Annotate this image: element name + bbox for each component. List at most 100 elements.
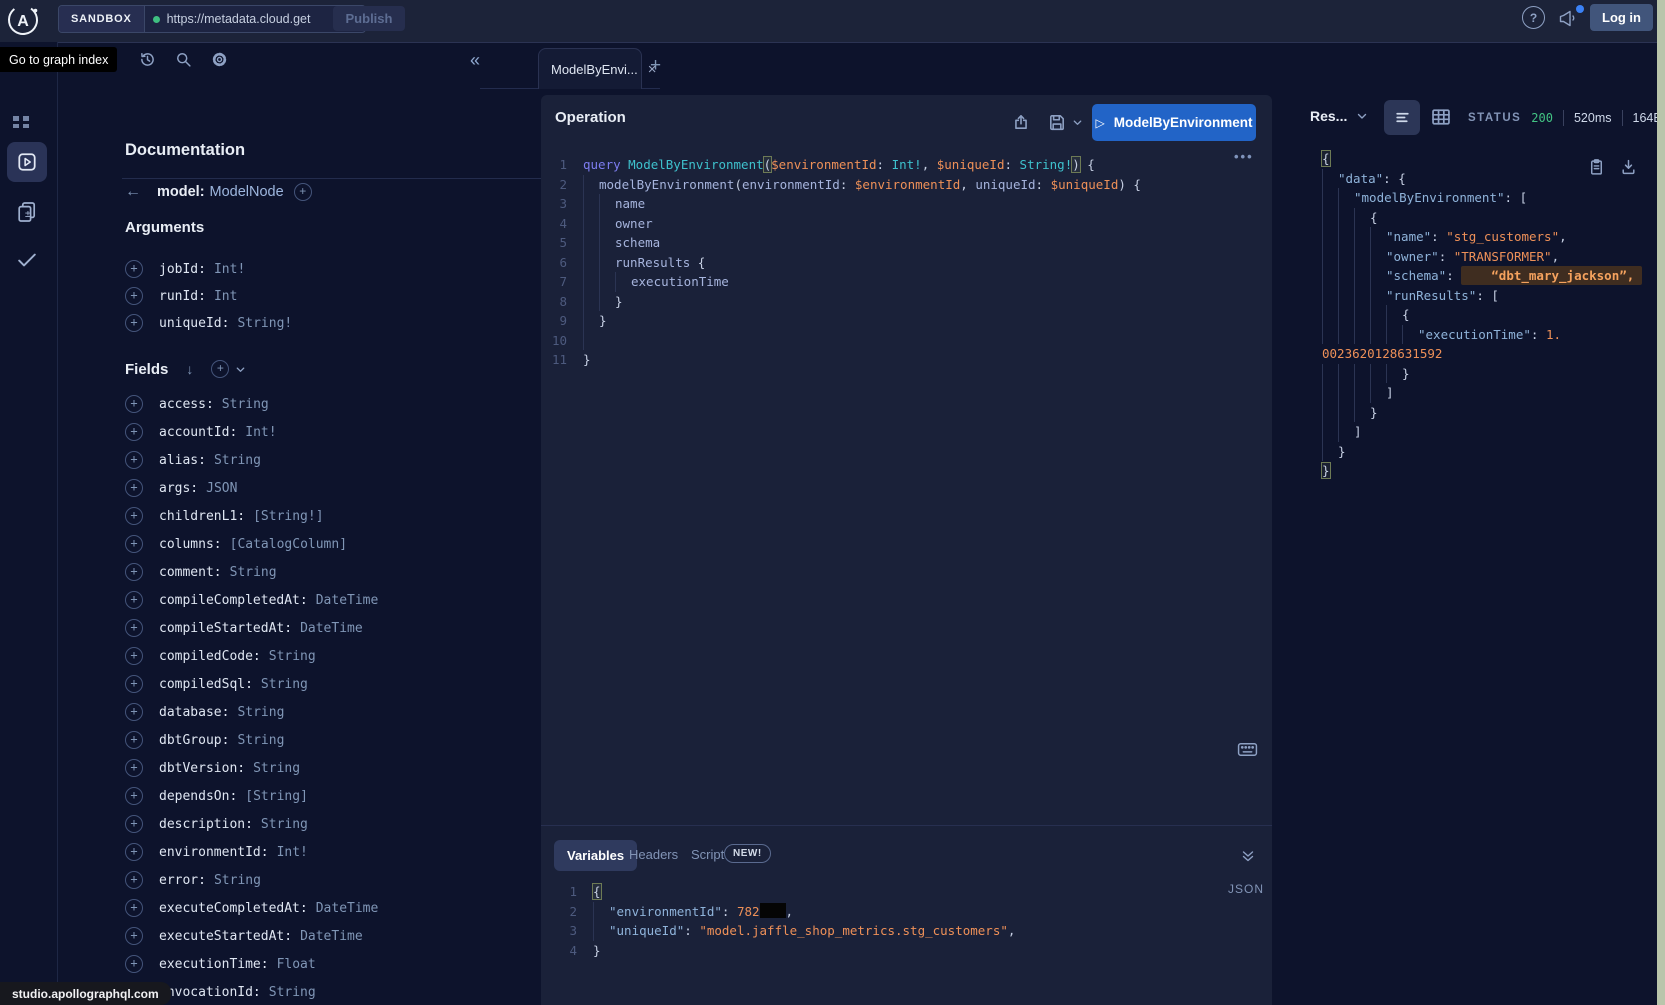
field-type[interactable]: Float bbox=[277, 957, 316, 972]
field-type[interactable]: Int! bbox=[277, 845, 308, 860]
field-type[interactable]: String bbox=[261, 677, 308, 692]
field-name[interactable]: dependsOn: bbox=[159, 789, 237, 804]
add-field-icon[interactable]: + bbox=[125, 731, 143, 749]
keyboard-shortcuts-icon[interactable] bbox=[1237, 741, 1258, 758]
field-name[interactable]: database: bbox=[159, 705, 229, 720]
add-field-icon[interactable]: + bbox=[125, 479, 143, 497]
tab-close-icon[interactable]: × bbox=[648, 61, 657, 78]
field-name[interactable]: compiledCode: bbox=[159, 649, 261, 664]
field-type[interactable]: String! bbox=[237, 316, 292, 331]
field-type[interactable]: Int! bbox=[245, 425, 276, 440]
field-type[interactable]: String bbox=[222, 397, 269, 412]
field-name[interactable]: access: bbox=[159, 397, 214, 412]
add-field-icon[interactable]: + bbox=[125, 287, 143, 305]
field-name[interactable]: compileStartedAt: bbox=[159, 621, 292, 636]
add-field-icon[interactable]: + bbox=[125, 535, 143, 553]
add-type-icon[interactable]: + bbox=[294, 183, 312, 201]
field-type[interactable]: [String] bbox=[245, 789, 308, 804]
tab-script[interactable]: Script bbox=[691, 847, 724, 862]
field-type[interactable]: DateTime bbox=[316, 593, 379, 608]
field-name[interactable]: args: bbox=[159, 481, 198, 496]
add-field-icon[interactable]: + bbox=[125, 451, 143, 469]
help-icon[interactable]: ? bbox=[1522, 6, 1545, 29]
field-type[interactable]: String bbox=[214, 873, 261, 888]
add-field-icon[interactable]: + bbox=[125, 815, 143, 833]
add-field-icon[interactable]: + bbox=[125, 899, 143, 917]
field-type[interactable]: Int bbox=[214, 289, 237, 304]
field-name[interactable]: executeCompletedAt: bbox=[159, 901, 308, 916]
add-field-icon[interactable]: + bbox=[125, 591, 143, 609]
table-view-button[interactable] bbox=[1430, 106, 1452, 128]
field-name[interactable]: compiledSql: bbox=[159, 677, 253, 692]
field-name[interactable]: compileCompletedAt: bbox=[159, 593, 308, 608]
field-type[interactable]: DateTime bbox=[300, 621, 363, 636]
field-type[interactable]: String bbox=[214, 453, 261, 468]
add-field-icon[interactable]: + bbox=[125, 395, 143, 413]
sort-fields-icon[interactable]: ↓ bbox=[186, 361, 193, 377]
save-operation-button[interactable] bbox=[1048, 113, 1083, 131]
field-name[interactable]: dbtGroup: bbox=[159, 733, 229, 748]
share-operation-icon[interactable] bbox=[1012, 113, 1030, 131]
endpoint-url-input[interactable]: https://metadata.cloud.get bbox=[145, 6, 341, 32]
field-type[interactable]: [String!] bbox=[253, 509, 323, 524]
tab-headers[interactable]: Headers bbox=[629, 847, 678, 862]
field-type[interactable]: [CatalogColumn] bbox=[230, 537, 347, 552]
field-name[interactable]: error: bbox=[159, 873, 206, 888]
add-field-icon[interactable]: + bbox=[125, 927, 143, 945]
field-name[interactable]: jobId: bbox=[159, 262, 206, 277]
variables-editor[interactable]: 1{2"environmentId": 782,3"uniqueId": "mo… bbox=[551, 882, 1015, 960]
login-button[interactable]: Log in bbox=[1590, 4, 1653, 31]
field-type[interactable]: String bbox=[230, 565, 277, 580]
rail-schema-button[interactable]: ± bbox=[7, 192, 47, 232]
apollo-logo-icon[interactable]: A bbox=[6, 3, 40, 37]
tab-modelbyenvironment[interactable]: ModelByEnvi... × bbox=[538, 48, 642, 89]
rail-explorer-button[interactable] bbox=[7, 142, 47, 182]
save-dropdown-chevron-icon[interactable] bbox=[1072, 117, 1083, 128]
editor-options-menu[interactable]: ••• bbox=[1234, 149, 1254, 164]
field-name[interactable]: executeStartedAt: bbox=[159, 929, 292, 944]
add-field-icon[interactable]: + bbox=[125, 675, 143, 693]
field-name[interactable]: alias: bbox=[159, 453, 206, 468]
add-field-icon[interactable]: + bbox=[125, 647, 143, 665]
add-field-icon[interactable]: + bbox=[125, 423, 143, 441]
field-name[interactable]: description: bbox=[159, 817, 253, 832]
add-field-icon[interactable]: + bbox=[125, 619, 143, 637]
field-name[interactable]: dbtVersion: bbox=[159, 761, 245, 776]
add-field-icon[interactable]: + bbox=[125, 563, 143, 581]
graph-index-icon[interactable] bbox=[13, 116, 29, 128]
field-type[interactable]: String bbox=[253, 761, 300, 776]
operation-editor[interactable]: 1query ModelByEnvironment($environmentId… bbox=[541, 155, 1141, 370]
field-type[interactable]: String bbox=[237, 705, 284, 720]
field-type[interactable]: DateTime bbox=[300, 929, 363, 944]
run-operation-button[interactable]: ▷ ModelByEnvironment bbox=[1092, 104, 1256, 141]
field-name[interactable]: uniqueId: bbox=[159, 316, 229, 331]
response-dropdown[interactable]: Res... bbox=[1310, 108, 1368, 124]
add-field-icon[interactable]: + bbox=[125, 703, 143, 721]
add-field-icon[interactable]: + bbox=[125, 955, 143, 973]
field-type[interactable]: String bbox=[237, 733, 284, 748]
field-name[interactable]: environmentId: bbox=[159, 845, 269, 860]
add-field-icon[interactable]: + bbox=[125, 787, 143, 805]
field-name[interactable]: accountId: bbox=[159, 425, 237, 440]
field-name[interactable]: executionTime: bbox=[159, 957, 269, 972]
add-field-icon[interactable]: + bbox=[125, 759, 143, 777]
field-type[interactable]: Int! bbox=[214, 262, 245, 277]
add-all-fields-icon[interactable]: + bbox=[211, 360, 229, 378]
field-type[interactable]: String bbox=[269, 649, 316, 664]
publish-button[interactable]: Publish bbox=[333, 6, 405, 31]
tab-variables[interactable]: Variables bbox=[554, 840, 637, 871]
field-type[interactable]: DateTime bbox=[316, 901, 379, 916]
field-type[interactable]: JSON bbox=[206, 481, 237, 496]
field-name[interactable]: runId: bbox=[159, 289, 206, 304]
field-type[interactable]: String bbox=[261, 817, 308, 832]
announcements-icon[interactable] bbox=[1556, 7, 1578, 29]
back-arrow-icon[interactable]: ← bbox=[125, 183, 147, 201]
field-name[interactable]: columns: bbox=[159, 537, 222, 552]
add-field-icon[interactable]: + bbox=[125, 314, 143, 332]
formatted-view-button[interactable] bbox=[1384, 100, 1420, 135]
field-name[interactable]: comment: bbox=[159, 565, 222, 580]
chevron-down-icon[interactable] bbox=[235, 364, 246, 375]
field-name[interactable]: invocationId: bbox=[159, 985, 261, 1000]
add-field-icon[interactable]: + bbox=[125, 871, 143, 889]
rail-checks-button[interactable] bbox=[7, 240, 47, 280]
